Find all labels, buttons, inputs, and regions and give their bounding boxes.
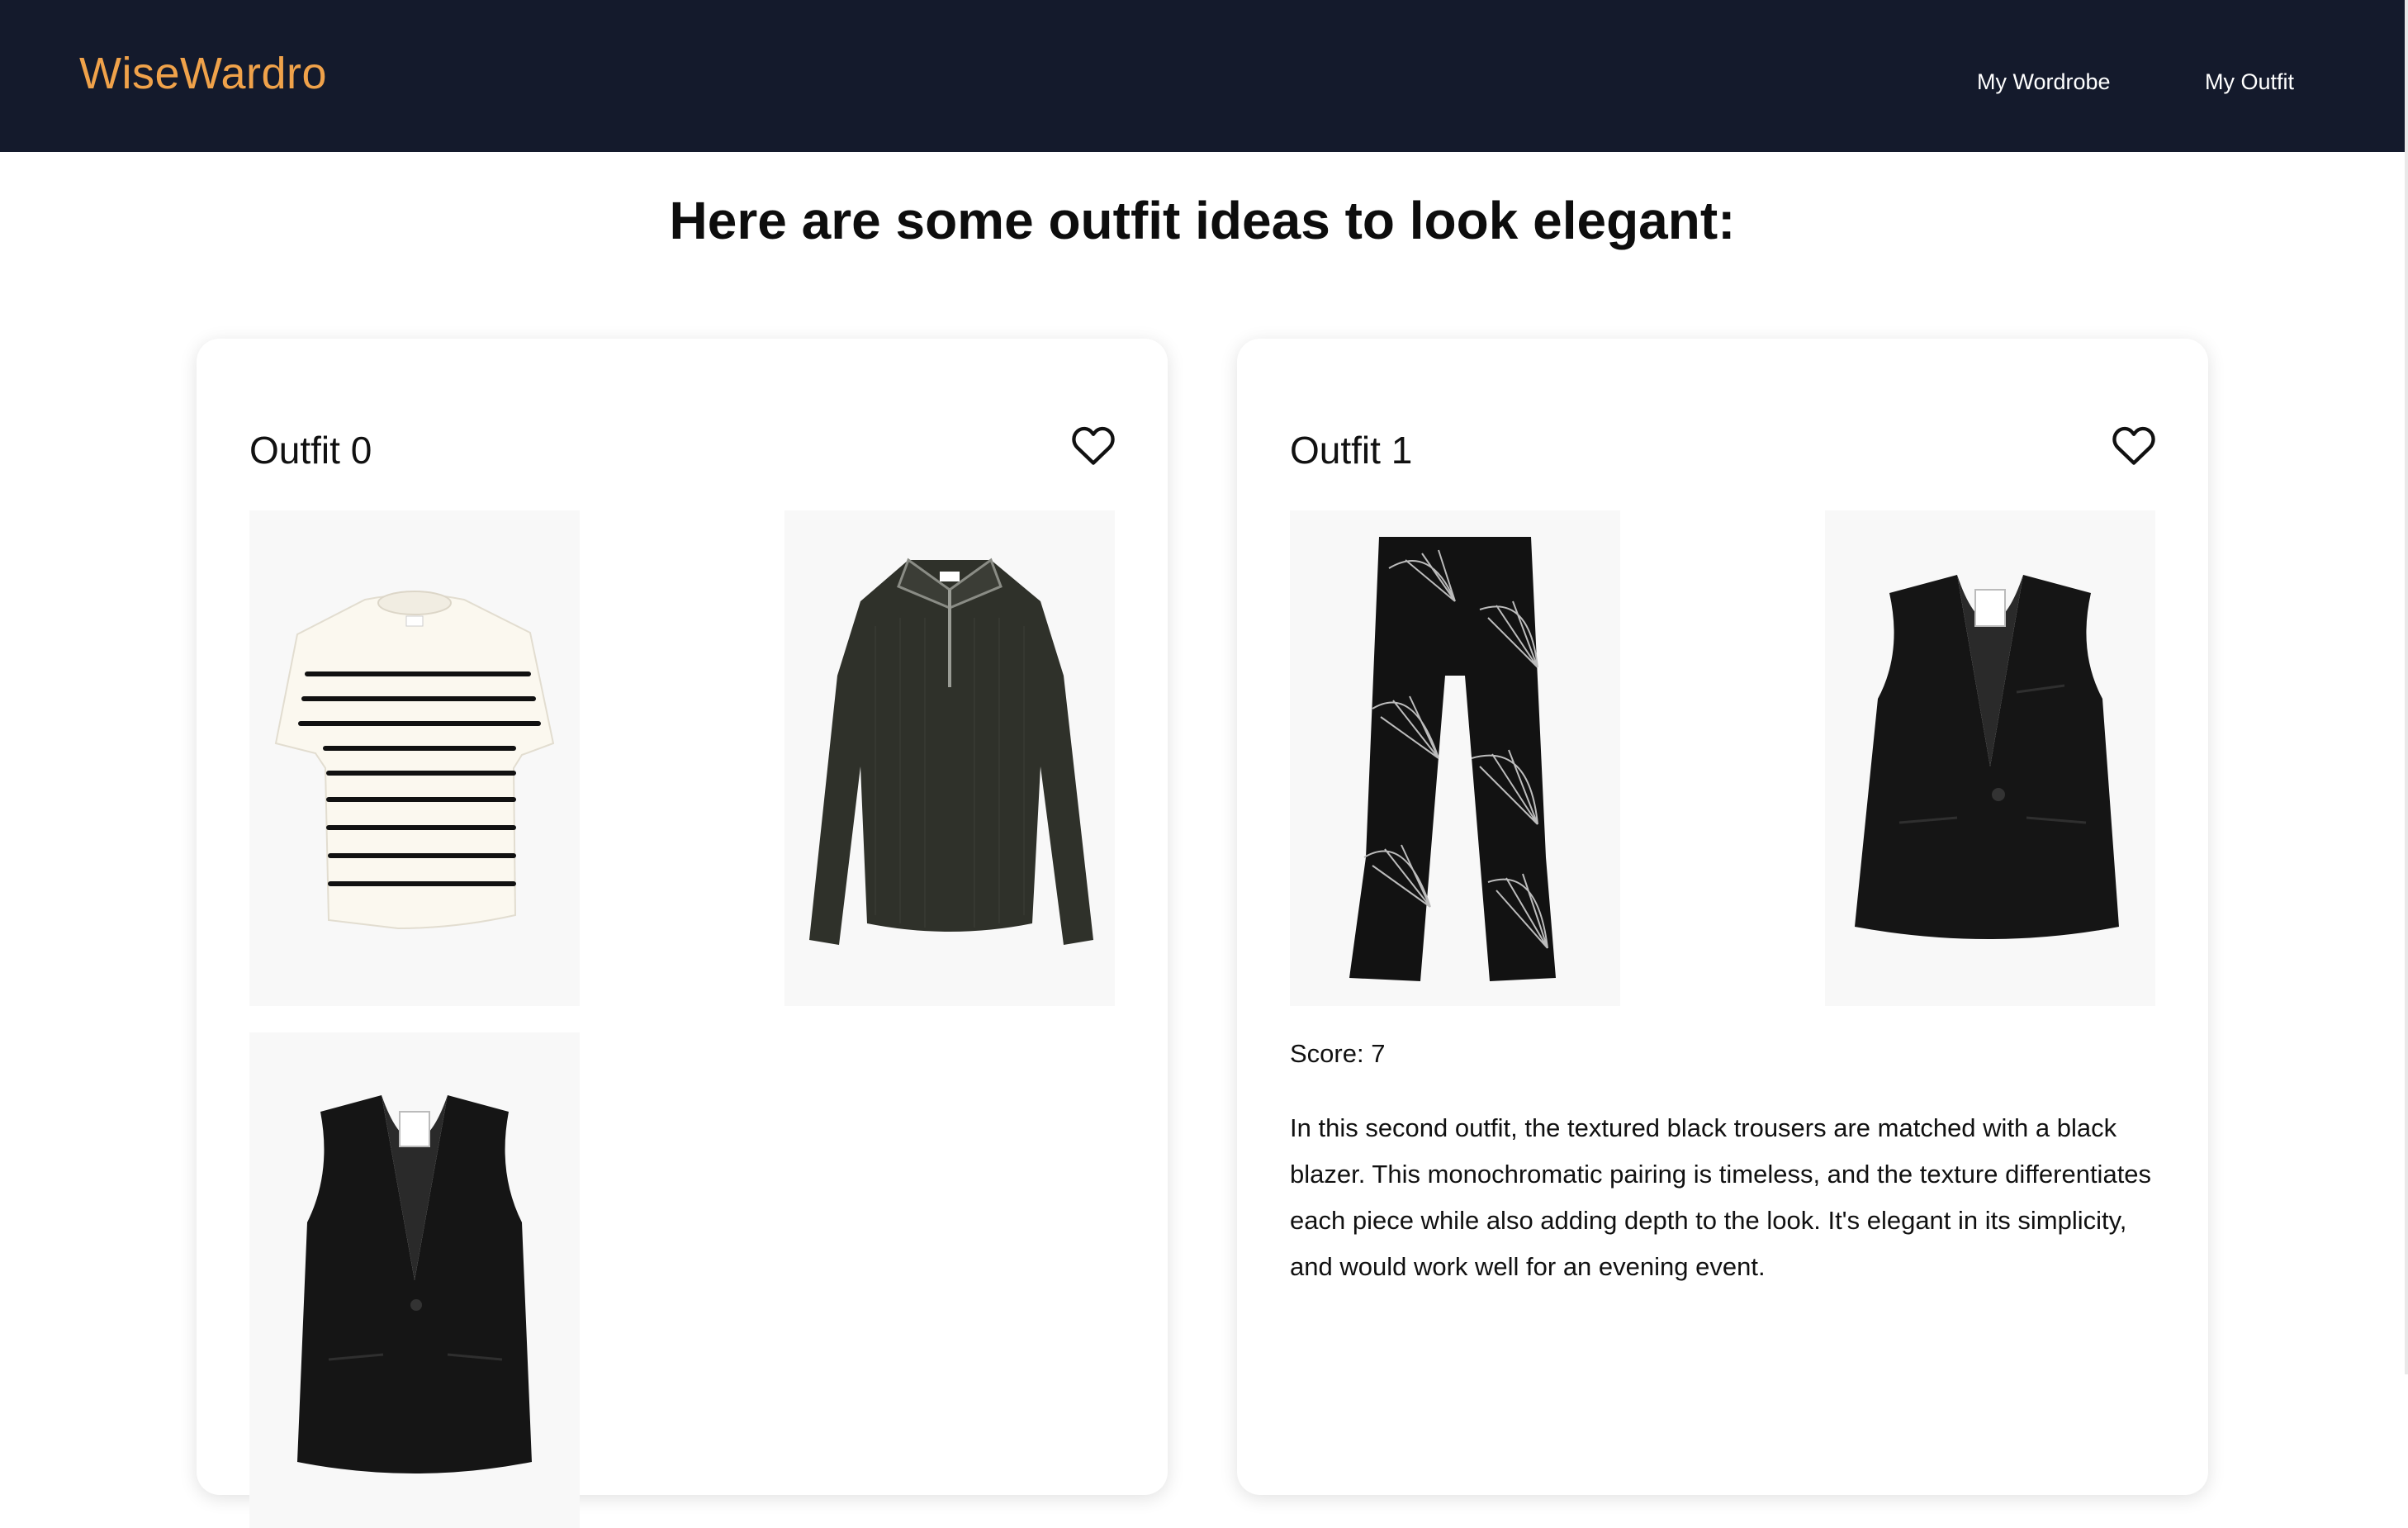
heart-outline-icon[interactable] [1070, 425, 1116, 466]
outfit-title: Outfit 1 [1290, 429, 1413, 472]
outfit-score: Score: 7 [1290, 1039, 1386, 1068]
scrollbar[interactable] [2405, 0, 2408, 1374]
black-waistcoat-image [297, 1095, 532, 1473]
zip-polo-sweater-image [809, 558, 1093, 945]
clothing-item-printed-trousers[interactable] [1290, 510, 1620, 1006]
heart-outline-icon[interactable] [2111, 425, 2157, 466]
outfit-description: In this second outfit, the textured blac… [1290, 1113, 2152, 1281]
striped-top-image [274, 591, 555, 930]
nav-link-my-outfit[interactable]: My Outfit [2205, 69, 2294, 95]
printed-trousers-image [1349, 537, 1556, 981]
outfit-title: Outfit 0 [249, 429, 372, 472]
clothing-item-zip-polo-sweater[interactable] [784, 510, 1115, 1006]
black-waistcoat-image [1855, 575, 2119, 939]
clothing-item-black-waistcoat[interactable] [1825, 510, 2155, 1006]
top-navbar: WiseWardro My Wordrobe My Outfit [0, 0, 2405, 152]
page-title: Here are some outfit ideas to look elega… [669, 191, 1736, 250]
clothing-item-black-waistcoat[interactable] [249, 1032, 580, 1528]
nav-link-my-wardrobe[interactable]: My Wordrobe [1977, 69, 2111, 95]
outfit-card-0: Outfit 0 [197, 339, 1168, 1528]
clothing-item-striped-top[interactable] [249, 510, 580, 1006]
outfit-card-1: Outfit 1 Score: 7 In this second outfit,… [1237, 339, 2208, 1495]
brand-logo[interactable]: WiseWardro [79, 48, 327, 99]
